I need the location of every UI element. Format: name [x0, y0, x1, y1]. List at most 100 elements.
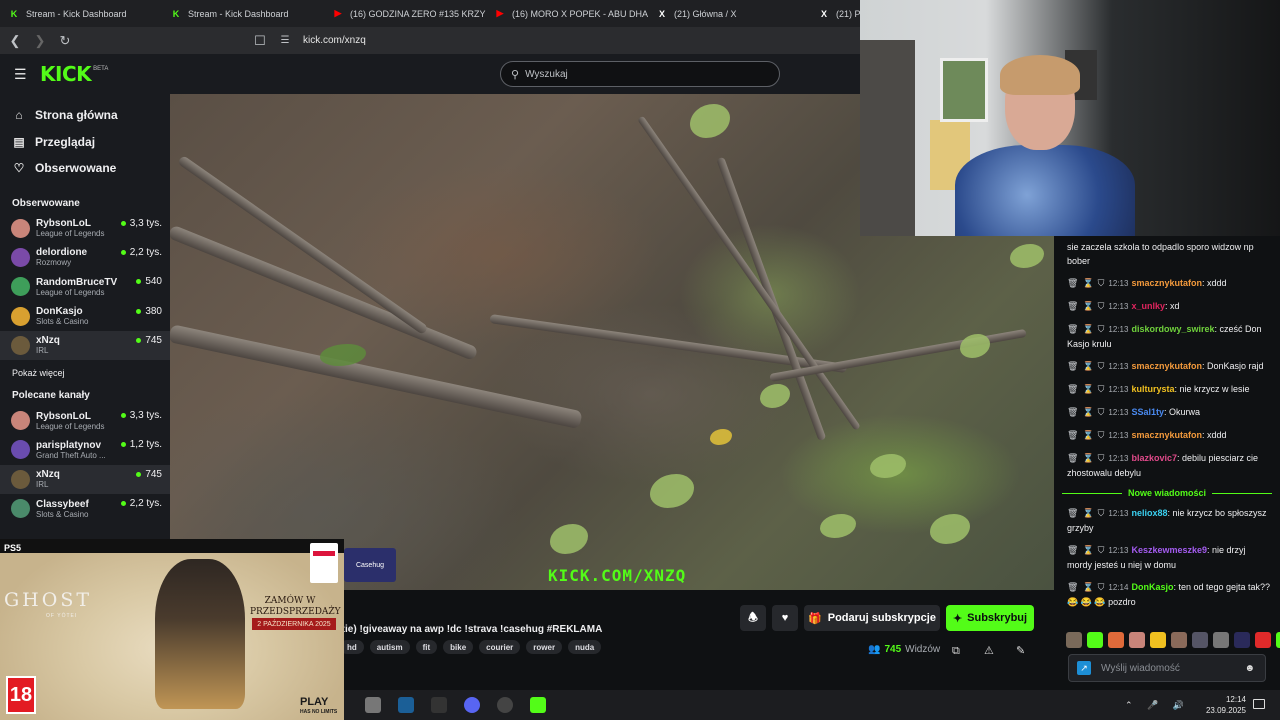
app-icon[interactable] [365, 697, 381, 713]
emote-icon[interactable] [1150, 632, 1166, 648]
share-icon[interactable]: ⧉ [952, 645, 960, 658]
hourglass-icon[interactable]: ⌛ [1082, 384, 1093, 394]
forward-icon[interactable]: ❯ [30, 31, 50, 51]
kick-app-icon[interactable] [530, 697, 546, 713]
shield-icon[interactable]: ⛉ [1098, 361, 1105, 371]
tag-pill[interactable]: rower [526, 640, 563, 654]
hourglass-icon[interactable]: ⌛ [1082, 324, 1093, 334]
reload-icon[interactable]: ↻ [55, 31, 75, 51]
shield-icon[interactable]: ⛉ [1098, 407, 1105, 417]
chat-username[interactable]: blazkovic7 [1131, 453, 1177, 463]
chat-input[interactable]: ↗ Wyślij wiadomość ☻ [1068, 654, 1266, 682]
chat-username[interactable]: diskordowy_swirek [1131, 324, 1214, 334]
trash-icon[interactable]: 🗑 [1067, 582, 1078, 592]
report-icon[interactable]: ⚠ [984, 644, 994, 657]
hourglass-icon[interactable]: ⌛ [1082, 430, 1093, 440]
back-icon[interactable]: ❮ [5, 31, 25, 51]
trash-icon[interactable]: 🗑 [1067, 301, 1078, 311]
tag-pill[interactable]: autism [369, 640, 410, 654]
notification-bell-button[interactable]: 🕭 [740, 605, 766, 631]
channel-item[interactable]: RandomBruceTV League of Legends 540 [0, 272, 170, 301]
tag-pill[interactable]: bike [443, 640, 474, 654]
hourglass-icon[interactable]: ⌛ [1082, 508, 1093, 518]
advertisement[interactable]: PS5 GHOST OF YŌTEI ZAMÓW W PRZEDSPRZEDAŻ… [0, 539, 344, 720]
browser-tab[interactable]: K Stream - Kick Dashboard [0, 0, 162, 27]
tray-icons[interactable]: ⌃ 🎤 🔊 [1125, 700, 1190, 711]
browser-tab[interactable]: ▶ (16) GODZINA ZERO #135 KRZYSZTO [324, 0, 486, 27]
channel-item[interactable]: RybsonLoL League of Legends 3,3 tys. [0, 214, 170, 243]
hourglass-icon[interactable]: ⌛ [1082, 301, 1093, 311]
browser-tab[interactable]: ▶ (16) MORO X POPEK - ABU DHABI ( [486, 0, 648, 27]
sidebar-nav-heart[interactable]: ♡ Obserwowane [0, 155, 170, 182]
chat-username[interactable]: smacznykutafon [1131, 361, 1202, 371]
emote-icon[interactable] [1108, 632, 1124, 648]
chat-username[interactable]: smacznykutafon [1131, 278, 1202, 288]
browser-tab[interactable]: X (21) Główna / X [648, 0, 810, 27]
channel-item[interactable]: RybsonLoL League of Legends 3,3 tys. [0, 406, 170, 435]
hourglass-icon[interactable]: ⌛ [1082, 453, 1093, 463]
shield-icon[interactable]: ⛉ [1098, 301, 1105, 311]
subscribe-button[interactable]: ✦ Subskrybuj [946, 605, 1034, 631]
emote-icon[interactable] [1171, 632, 1187, 648]
bookmark-icon[interactable]: ☐ [250, 31, 270, 51]
channel-item[interactable]: xNzq IRL 745 [0, 464, 170, 494]
trash-icon[interactable]: 🗑 [1067, 453, 1078, 463]
shield-icon[interactable]: ⛉ [1098, 324, 1105, 334]
emote-icon[interactable] [1255, 632, 1271, 648]
emote-icon[interactable] [1129, 632, 1145, 648]
channel-item[interactable]: delordione Rozmowy 2,2 tys. [0, 243, 170, 272]
channel-item[interactable]: Classybeef Slots & Casino 2,2 tys. [0, 494, 170, 523]
sidebar-nav-home[interactable]: ⌂ Strona główna [0, 102, 170, 129]
shield-icon[interactable]: ⛉ [1098, 582, 1105, 592]
chat-username[interactable]: neliox88 [1131, 508, 1167, 518]
kick-logo[interactable]: KICK [40, 62, 92, 86]
gift-subscription-button[interactable]: 🎁 Podaruj subskrypcje [804, 605, 940, 631]
shield-icon[interactable]: ⛉ [1098, 545, 1105, 555]
emote-icon[interactable] [1213, 632, 1229, 648]
show-more-link[interactable]: Pokaż więcej [0, 368, 170, 386]
trash-icon[interactable]: 🗑 [1067, 508, 1078, 518]
tag-pill[interactable]: fit [415, 640, 438, 654]
shield-icon[interactable]: ⛉ [1098, 453, 1105, 463]
hourglass-icon[interactable]: ⌛ [1082, 361, 1093, 371]
trash-icon[interactable]: 🗑 [1067, 407, 1078, 417]
follow-heart-button[interactable]: ♥ [772, 605, 798, 631]
tag-pill[interactable]: courier [479, 640, 521, 654]
site-settings-icon[interactable]: ☰ [275, 31, 295, 51]
chat-username[interactable]: Keszkewmeszke9 [1131, 545, 1207, 555]
new-messages-divider[interactable]: Nowe wiadomości [1062, 488, 1272, 498]
channel-item[interactable]: xNzq IRL 745 [0, 330, 170, 360]
trash-icon[interactable]: 🗑 [1067, 545, 1078, 555]
hourglass-icon[interactable]: ⌛ [1082, 278, 1093, 288]
tag-pill[interactable]: nuda [568, 640, 602, 654]
shield-icon[interactable]: ⛉ [1098, 508, 1105, 518]
shield-icon[interactable]: ⛉ [1098, 384, 1105, 394]
obs-icon[interactable] [497, 697, 513, 713]
search-input[interactable]: ⚲ Wyszukaj [500, 61, 780, 87]
emote-icon[interactable] [1276, 632, 1280, 648]
epic-games-icon[interactable] [431, 697, 447, 713]
sidebar-nav-browse[interactable]: ▤ Przeglądaj [0, 129, 170, 156]
kick-bot-icon[interactable]: ↗ [1077, 661, 1091, 675]
chat-username[interactable]: smacznykutafon [1131, 430, 1202, 440]
shield-icon[interactable]: ⛉ [1098, 278, 1105, 288]
trash-icon[interactable]: 🗑 [1067, 278, 1078, 288]
chat-username[interactable]: DonKasjo [1131, 582, 1173, 592]
shield-icon[interactable]: ⛉ [1098, 430, 1105, 440]
chat-username[interactable]: SSal1ty [1131, 407, 1164, 417]
emote-icon[interactable] [1234, 632, 1250, 648]
discord-icon[interactable] [464, 697, 480, 713]
steam-icon[interactable] [398, 697, 414, 713]
hourglass-icon[interactable]: ⌛ [1082, 582, 1093, 592]
hourglass-icon[interactable]: ⌛ [1082, 545, 1093, 555]
url-text[interactable]: kick.com/xnzq [303, 35, 366, 46]
notification-icon[interactable] [1253, 699, 1265, 709]
chat-username[interactable]: kulturysta [1131, 384, 1174, 394]
channel-item[interactable]: DonKasjo Slots & Casino 380 [0, 301, 170, 330]
hourglass-icon[interactable]: ⌛ [1082, 407, 1093, 417]
trash-icon[interactable]: 🗑 [1067, 324, 1078, 334]
trash-icon[interactable]: 🗑 [1067, 430, 1078, 440]
trash-icon[interactable]: 🗑 [1067, 384, 1078, 394]
emote-icon[interactable] [1087, 632, 1103, 648]
taskbar-clock[interactable]: 12:14 23.09.2025 [1206, 694, 1246, 716]
